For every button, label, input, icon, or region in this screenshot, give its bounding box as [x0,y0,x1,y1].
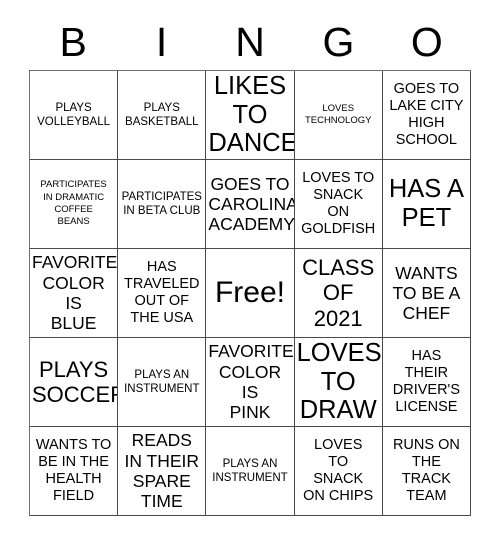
bingo-cell-text: HAS TRAVELED OUT OF THE USA [124,258,200,327]
bingo-cell-free[interactable]: Free! [206,249,295,338]
bingo-cell[interactable]: LOVES TO DRAW [294,338,383,427]
bingo-cell-text: RUNS ON THE TRACK TEAM [392,436,460,505]
bingo-cell-text: LOVES TECHNOLOGY [304,102,372,126]
bingo-cell[interactable]: PLAYS AN INSTRUMENT [118,338,207,427]
bingo-cell[interactable]: PLAYS VOLLEYBALL [30,71,119,160]
bingo-cell-text: GOES TO CAROLINA ACADEMY [208,173,295,235]
bingo-cell-text: PLAYS AN INSTRUMENT [124,368,200,395]
bingo-cell[interactable]: HAS A PET [382,160,471,249]
header-letter-b: B [59,18,87,65]
bingo-cell[interactable]: READS IN THEIR SPARE TIME [118,427,207,516]
bingo-cell[interactable]: WANTS TO BE IN THE HEALTH FIELD [30,427,119,516]
header-letter-o: O [410,18,443,65]
bingo-cell-text: PLAYS AN INSTRUMENT [212,457,288,484]
bingo-cell[interactable]: HAS TRAVELED OUT OF THE USA [118,249,207,338]
bingo-cell-text: PARTICIPATES IN DRAMATIC COFFEE BEANS [40,179,107,228]
bingo-cell-text: LOVES TO SNACK ON GOLDFISH [301,169,376,238]
bingo-cell-text: FAVORITE COLOR IS BLUE [32,252,118,334]
bingo-cell-text: HAS THEIR DRIVER'S LICENSE [392,347,460,416]
bingo-cell[interactable]: RUNS ON THE TRACK TEAM [382,427,471,516]
bingo-cell-text: WANTS TO BE A CHEF [392,262,461,324]
bingo-cell[interactable]: PLAYS BASKETBALL [118,71,207,160]
bingo-cell-text: LOVES TO DRAW [296,339,382,425]
bingo-cell[interactable]: PARTICIPATES IN DRAMATIC COFFEE BEANS [30,160,119,249]
bingo-header: B I N G O [29,14,471,70]
bingo-cell-text: PLAYS BASKETBALL [125,101,199,128]
header-letter-n: N [235,18,265,65]
bingo-free-space-text: Free! [214,276,285,310]
header-letter-i: I [155,18,168,65]
bingo-cell[interactable]: LIKES TO DANCE [206,71,295,160]
bingo-cell-text: READS IN THEIR SPARE TIME [124,430,200,512]
bingo-cell[interactable]: FAVORITE COLOR IS PINK [206,338,295,427]
bingo-cell[interactable]: PARTICIPATES IN BETA CLUB [118,160,207,249]
header-letter-g: G [322,18,355,65]
bingo-cell[interactable]: WANTS TO BE A CHEF [382,249,471,338]
bingo-cell[interactable]: HAS THEIR DRIVER'S LICENSE [382,338,471,427]
bingo-cell[interactable]: PLAYS SOCCER [30,338,119,427]
bingo-cell-text: PLAYS SOCCER [32,356,119,407]
bingo-cell-text: LOVES TO SNACK ON CHIPS [303,436,374,505]
bingo-cell[interactable]: FAVORITE COLOR IS BLUE [30,249,119,338]
bingo-cell[interactable]: PLAYS AN INSTRUMENT [206,427,295,516]
bingo-cell-text: PLAYS VOLLEYBALL [37,101,111,128]
bingo-cell-text: HAS A PET [388,175,464,232]
bingo-cell-text: CLASS OF 2021 [302,255,375,331]
bingo-cell-text: WANTS TO BE IN THE HEALTH FIELD [35,436,112,505]
bingo-cell[interactable]: LOVES TO SNACK ON GOLDFISH [294,160,383,249]
bingo-cell[interactable]: LOVES TECHNOLOGY [294,71,383,160]
bingo-cell-text: LIKES TO DANCE [208,72,295,158]
bingo-cell-text: GOES TO LAKE CITY HIGH SCHOOL [389,80,464,149]
bingo-cell-text: PARTICIPATES IN BETA CLUB [121,190,202,217]
bingo-cell[interactable]: GOES TO CAROLINA ACADEMY [206,160,295,249]
bingo-cell[interactable]: LOVES TO SNACK ON CHIPS [294,427,383,516]
bingo-cell[interactable]: CLASS OF 2021 [294,249,383,338]
bingo-cell[interactable]: GOES TO LAKE CITY HIGH SCHOOL [382,71,471,160]
bingo-card: B I N G O PLAYS VOLLEYBALL PLAYS BASKETB… [0,0,500,544]
bingo-cell-text: FAVORITE COLOR IS PINK [208,341,294,423]
bingo-grid: PLAYS VOLLEYBALL PLAYS BASKETBALL LIKES … [29,70,471,516]
